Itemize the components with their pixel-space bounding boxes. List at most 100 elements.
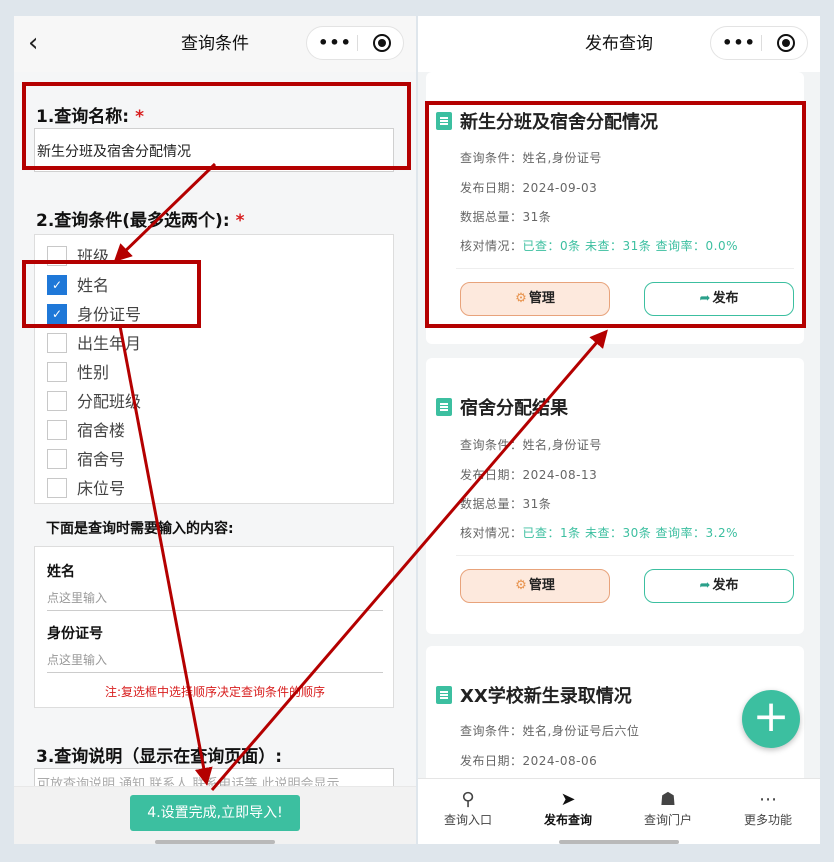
checkbox-assigned-class[interactable]: 分配班级: [47, 388, 141, 412]
description-title: 3.查询说明（显示在查询页面）:: [36, 747, 283, 767]
name-input[interactable]: 点这里输入: [47, 589, 383, 611]
query-card[interactable]: 新生分班及宿舍分配情况 查询条件：姓名,身份证号 发布日期：2024-09-03…: [426, 72, 804, 344]
checkbox-building[interactable]: 宿舍楼: [47, 417, 125, 441]
divider: [456, 555, 794, 556]
publish-button[interactable]: ➦ 发布: [644, 282, 794, 316]
card-conditions: 查询条件：姓名,身份证号: [460, 438, 602, 452]
tab-label: 更多功能: [743, 813, 792, 827]
manage-button[interactable]: ⚙ 管理: [460, 282, 610, 316]
chevron-left-icon[interactable]: ‹: [28, 16, 38, 70]
checkbox-label: 宿舍楼: [77, 421, 126, 440]
gear-icon: ⚙: [515, 291, 527, 306]
required-mark: *: [135, 107, 144, 127]
document-icon: [436, 112, 452, 130]
conditions-label: 2.查询条件(最多选两个):: [36, 211, 230, 231]
query-card[interactable]: 宿舍分配结果 查询条件：姓名,身份证号 发布日期：2024-08-13 数据总量…: [426, 358, 804, 634]
checkbox-checked[interactable]: ✓: [47, 303, 67, 324]
card-title-text: XX学校新生录取情况: [460, 686, 632, 707]
checkbox-room[interactable]: 宿舍号: [47, 446, 125, 470]
more-icon: ⋯: [759, 789, 777, 810]
share-icon: ➦: [699, 291, 711, 306]
card-title: 宿舍分配结果: [436, 394, 568, 420]
checkbox-label: 宿舍号: [77, 450, 126, 469]
checkbox[interactable]: [47, 477, 67, 498]
card-date: 发布日期：2024-09-03: [460, 181, 598, 195]
tab-publish-query[interactable]: ➤ 发布查询: [518, 789, 618, 828]
more-icon[interactable]: •••: [317, 27, 353, 59]
manage-button[interactable]: ⚙ 管理: [460, 569, 610, 603]
publish-label: 发布: [712, 291, 739, 306]
close-target-icon[interactable]: [777, 34, 795, 52]
checkbox-class[interactable]: 班级: [47, 243, 109, 267]
search-icon: ⚲: [461, 789, 475, 810]
tab-bar: ⚲ 查询入口 ➤ 发布查询 ☗ 查询门户 ⋯ 更多功能: [418, 778, 820, 844]
checkbox-bed[interactable]: 床位号: [47, 475, 125, 499]
mini-program-capsule: •••: [710, 26, 808, 60]
checkbox[interactable]: [47, 245, 67, 266]
tab-label: 查询入口: [443, 813, 492, 827]
input-label-id: 身份证号: [47, 626, 103, 642]
share-icon: ➦: [699, 578, 711, 593]
capsule-divider: [761, 35, 762, 51]
inputs-hint: 下面是查询时需要输入的内容:: [46, 521, 234, 537]
left-navbar: ‹ 查询条件 •••: [14, 16, 416, 72]
check-prefix: 核对情况：: [460, 239, 523, 253]
checkbox[interactable]: [47, 419, 67, 440]
publish-button[interactable]: ➦ 发布: [644, 569, 794, 603]
checkbox-label: 姓名: [77, 276, 110, 295]
query-name-input[interactable]: 新生分班及宿舍分配情况: [34, 128, 394, 172]
checkbox-checked[interactable]: ✓: [47, 274, 67, 295]
divider: [456, 268, 794, 269]
checkbox[interactable]: [47, 332, 67, 353]
close-target-icon[interactable]: [373, 34, 391, 52]
document-icon: [436, 398, 452, 416]
page-title: 发布查询: [585, 34, 653, 54]
right-screen: 发布查询 ••• 新生分班及宿舍分配情况 查询条件：姓名,身份证号 发布日期：2…: [418, 16, 820, 844]
card-date: 发布日期：2024-08-13: [460, 468, 598, 482]
id-number-input[interactable]: 点这里输入: [47, 651, 383, 673]
check-values: 已查：0条 未查：31条 查询率：0.0%: [522, 239, 739, 253]
checkbox[interactable]: [47, 448, 67, 469]
card-conditions: 查询条件：姓名,身份证号: [460, 151, 602, 165]
inputs-preview-box: 姓名 点这里输入 身份证号 点这里输入 注:复选框中选择顺序决定查询条件的顺序: [34, 546, 394, 708]
home-indicator: [559, 840, 679, 844]
required-mark: *: [235, 211, 245, 231]
right-navbar: 发布查询 •••: [418, 16, 820, 72]
checkbox-name[interactable]: ✓ 姓名: [47, 272, 109, 296]
document-icon: [436, 686, 452, 704]
import-button[interactable]: 4.设置完成,立即导入!: [130, 795, 300, 831]
checkbox-label: 身份证号: [77, 305, 142, 324]
manage-label: 管理: [528, 291, 555, 306]
left-screen: ‹ 查询条件 ••• 1.查询名称: * 新生分班及宿舍分配情况 2.查询条件(最…: [14, 16, 416, 844]
input-label-name: 姓名: [47, 564, 75, 580]
sitemap-icon: ☗: [659, 789, 677, 810]
card-title-text: 新生分班及宿舍分配情况: [460, 112, 658, 133]
mini-program-capsule: •••: [306, 26, 404, 60]
card-conditions: 查询条件：姓名,身份证号后六位: [460, 724, 640, 738]
card-total: 数据总量：31条: [460, 210, 552, 224]
order-note: 注:复选框中选择顺序决定查询条件的顺序: [104, 685, 326, 699]
card-title: XX学校新生录取情况: [436, 682, 632, 708]
checkbox[interactable]: [47, 390, 67, 411]
checkbox[interactable]: [47, 361, 67, 382]
publish-label: 发布: [712, 578, 739, 593]
checkbox-gender[interactable]: 性别: [47, 359, 109, 383]
checkbox-id-number[interactable]: ✓ 身份证号: [47, 301, 141, 325]
tab-query-portal[interactable]: ☗ 查询门户: [618, 789, 718, 828]
more-icon[interactable]: •••: [721, 27, 757, 59]
checkbox-birth[interactable]: 出生年月: [47, 330, 141, 354]
checkbox-label: 出生年月: [77, 334, 142, 353]
tab-query-entry[interactable]: ⚲ 查询入口: [418, 789, 518, 828]
card-total: 数据总量：31条: [460, 497, 552, 511]
card-check-status: 核对情况：已查：1条 未查：30条 查询率：3.2%: [460, 524, 738, 541]
add-button[interactable]: +: [742, 690, 800, 748]
capsule-divider: [357, 35, 358, 51]
checkbox-label: 床位号: [77, 479, 126, 498]
bottom-action-bar: 4.设置完成,立即导入!: [14, 786, 416, 844]
send-icon: ➤: [560, 789, 576, 810]
tab-more-features[interactable]: ⋯ 更多功能: [718, 789, 818, 828]
query-name-title: 1.查询名称: *: [36, 102, 144, 127]
checkbox-label: 分配班级: [77, 392, 142, 411]
conditions-box: 班级 ✓ 姓名 ✓ 身份证号 出生年月 性别 分配班级 宿舍楼 宿舍号 床位号: [34, 234, 394, 504]
tab-label: 查询门户: [643, 813, 692, 827]
